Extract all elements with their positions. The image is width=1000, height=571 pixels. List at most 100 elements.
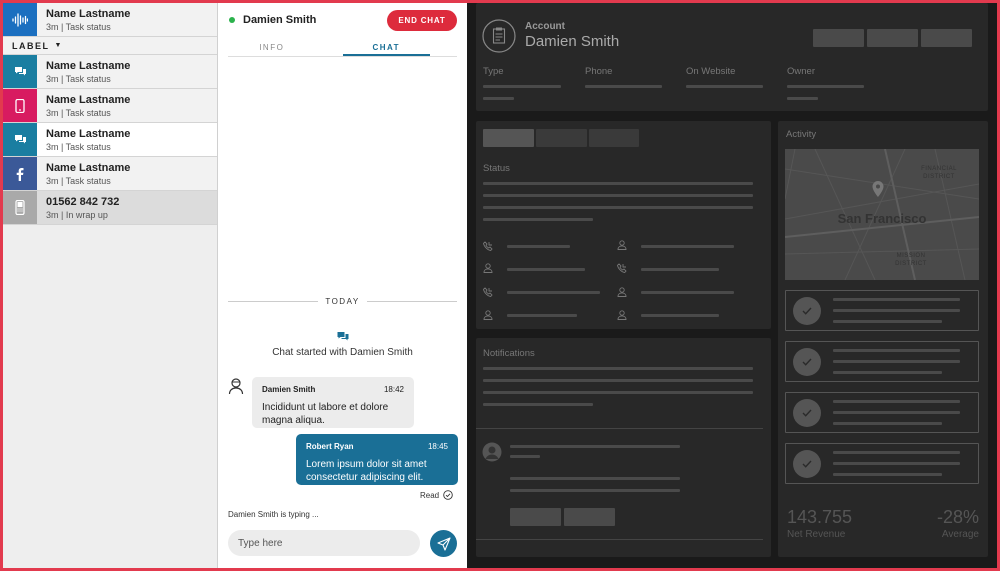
- activity-title: Activity: [786, 129, 817, 140]
- placeholder-line: [483, 391, 753, 394]
- activity-item[interactable]: [785, 290, 979, 331]
- chat-icon: [337, 332, 349, 341]
- caret-down-icon: ▼: [54, 42, 63, 49]
- placeholder-line: [507, 268, 585, 271]
- label-filter-text: LABEL: [12, 40, 50, 51]
- send-button[interactable]: [430, 530, 457, 557]
- placeholder-line: [833, 360, 960, 363]
- status-tab[interactable]: [589, 129, 639, 147]
- placeholder-line: [787, 97, 818, 100]
- label-filter-dropdown[interactable]: LABEL ▼: [3, 37, 217, 55]
- contact-item[interactable]: Name Lastname 3m | Task status: [3, 157, 217, 191]
- contact-item[interactable]: Name Lastname 3m | Task status: [3, 55, 217, 89]
- voice-wave-icon: [3, 3, 37, 36]
- contact-status: 3m | Task status: [46, 176, 111, 186]
- placeholder-line: [833, 422, 942, 425]
- mobile-icon: [3, 89, 37, 122]
- placeholder-line: [833, 462, 960, 465]
- end-chat-button[interactable]: END CHAT: [387, 10, 457, 31]
- notifications-title: Notifications: [483, 348, 535, 359]
- field-label: On Website: [686, 66, 736, 77]
- user-avatar-icon: [228, 378, 244, 395]
- activity-item[interactable]: [785, 392, 979, 433]
- message-text: Lorem ipsum dolor sit amet consectetur a…: [306, 459, 427, 483]
- placeholder-line: [641, 291, 734, 294]
- check-icon: [793, 399, 821, 427]
- placeholder-line: [787, 85, 864, 88]
- placeholder-line: [686, 85, 763, 88]
- tab-info[interactable]: INFO: [228, 41, 316, 56]
- contact-item[interactable]: Name Lastname 3m | Task status: [3, 89, 217, 123]
- check-icon: [793, 297, 821, 325]
- activity-item[interactable]: [785, 341, 979, 382]
- field-label: Phone: [585, 66, 613, 77]
- account-action-button[interactable]: [867, 29, 918, 47]
- check-circle-icon: [443, 490, 453, 500]
- message-text: Incididunt ut labore et dolore magna ali…: [262, 402, 389, 426]
- placeholder-line: [833, 400, 960, 403]
- metric-value: -28%: [936, 507, 979, 527]
- placeholder-line: [483, 97, 514, 100]
- user-icon: [617, 287, 627, 297]
- placeholder-line: [510, 455, 540, 458]
- check-icon: [793, 450, 821, 478]
- contact-status: 3m | Task status: [46, 142, 111, 152]
- placeholder-line: [483, 367, 753, 370]
- notification-action-button[interactable]: [510, 508, 561, 526]
- account-action-button[interactable]: [921, 29, 972, 47]
- placeholder-line: [483, 403, 593, 406]
- placeholder-line: [483, 218, 593, 221]
- placeholder-line: [641, 245, 734, 248]
- contact-name: 01562 842 732: [46, 196, 120, 208]
- phone-call-icon: [483, 241, 493, 251]
- placeholder-line: [510, 477, 680, 480]
- message-time: 18:42: [383, 385, 404, 394]
- contact-item[interactable]: 01562 842 732 3m | In wrap up: [3, 191, 217, 225]
- phone-call-icon: [483, 287, 493, 297]
- tab-chat[interactable]: CHAT: [342, 41, 430, 56]
- location-pin-icon: [872, 181, 884, 197]
- typing-indicator: Damien Smith is typing ...: [228, 510, 319, 519]
- placeholder-line: [833, 298, 960, 301]
- message-time: 18:45: [427, 442, 448, 451]
- chat-header: Damien Smith END CHAT: [218, 3, 467, 39]
- user-icon: [617, 240, 627, 250]
- map-city-label: San Francisco: [837, 211, 927, 226]
- notification-action-button[interactable]: [564, 508, 615, 526]
- contact-item[interactable]: Name Lastname 3m | Task status: [3, 3, 217, 37]
- status-tab[interactable]: [536, 129, 587, 147]
- account-label: Account: [525, 21, 565, 32]
- dashboard-panel: Account Damien Smith Type Phone On Websi…: [467, 3, 997, 568]
- user-icon: [617, 310, 627, 320]
- message-author: Robert Ryan: [306, 442, 354, 451]
- message-input[interactable]: [228, 530, 420, 556]
- placeholder-line: [833, 473, 942, 476]
- app-frame: Name Lastname 3m | Task status LABEL ▼ Nam…: [3, 3, 997, 568]
- map-view[interactable]: San Francisco FINANCIAL DISTRICT MISSION…: [785, 149, 979, 280]
- status-tab[interactable]: [483, 129, 534, 147]
- contact-name: Name Lastname: [46, 60, 131, 72]
- status-card: Status: [476, 121, 771, 329]
- map-district-label: FINANCIAL DISTRICT: [921, 166, 957, 180]
- divider-line: [476, 428, 763, 429]
- activity-item[interactable]: [785, 443, 979, 484]
- chat-tabs: INFO CHAT: [228, 41, 457, 57]
- user-icon: [483, 263, 493, 273]
- placeholder-line: [833, 309, 960, 312]
- account-action-button[interactable]: [813, 29, 864, 47]
- facebook-icon: [3, 157, 37, 190]
- contact-status: 3m | In wrap up: [46, 210, 108, 220]
- notifications-card: Notifications: [476, 338, 771, 557]
- map-district-label: MISSION DISTRICT: [895, 253, 927, 267]
- contact-list: Name Lastname 3m | Task status LABEL ▼ Nam…: [3, 3, 218, 568]
- chat-icon: [3, 55, 37, 88]
- contact-status: 3m | Task status: [46, 108, 111, 118]
- contact-item-active[interactable]: Name Lastname 3m | Task status: [3, 123, 217, 157]
- placeholder-line: [641, 314, 719, 317]
- placeholder-line: [483, 206, 753, 209]
- message-outgoing: Robert Ryan 18:45 Lorem ipsum dolor sit …: [296, 434, 458, 485]
- read-status-text: Read: [420, 490, 440, 500]
- placeholder-line: [641, 268, 719, 271]
- read-receipt: Read: [420, 490, 453, 500]
- date-divider: TODAY: [228, 297, 457, 307]
